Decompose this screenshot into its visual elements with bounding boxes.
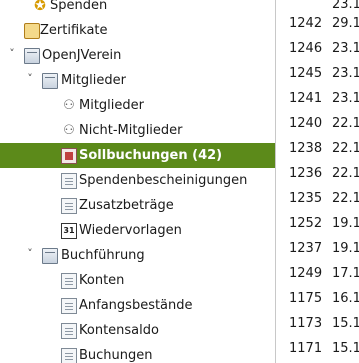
tree-item-buchfuehrung[interactable]: ˅ Buchführung (0, 243, 275, 268)
tree-item-label: Zertifikate (40, 23, 108, 38)
document-icon (61, 198, 77, 214)
table-row[interactable]: 1246 23.1 (276, 37, 359, 62)
folder-icon (42, 73, 58, 89)
table-row[interactable]: 1240 22.1 (276, 112, 359, 137)
tree-item-spenden[interactable]: ✪ Spenden (0, 0, 275, 18)
table-row[interactable]: 1242 29.1 (276, 12, 359, 37)
tree-item-label: Konten (79, 273, 125, 288)
document-icon (61, 323, 77, 339)
table-cell-date: 23.1 (332, 66, 359, 81)
tree-item-konten[interactable]: Konten (0, 268, 275, 293)
table-cell-id: 1171 (289, 341, 323, 356)
folder-icon (24, 48, 40, 64)
table-cell-date: 19.1 (332, 241, 359, 256)
tree-item-label: Anfangsbestände (79, 298, 193, 313)
tree-item-zertifikate[interactable]: Zertifikate (0, 18, 275, 43)
tree-item-openjverein[interactable]: ˅ OpenJVerein (0, 43, 275, 68)
bookings-icon (61, 348, 77, 363)
table-row[interactable]: 1249 17.1 (276, 262, 359, 287)
table-cell-date: 17.1 (332, 266, 359, 281)
table-row[interactable]: 1236 22.1 (276, 162, 359, 187)
tree-item-spendenbescheinigungen[interactable]: Spendenbescheinigungen (0, 168, 275, 193)
table-cell-id: 1235 (289, 191, 323, 206)
table-cell-date: 19.1 (332, 216, 359, 231)
tree-item-zusatzbetraege[interactable]: Zusatzbeträge (0, 193, 275, 218)
tree-item-label: Zusatzbeträge (79, 198, 174, 213)
tree-item-anfangsbestaende[interactable]: Anfangsbestände (0, 293, 275, 318)
tree-item-label: Spenden (50, 0, 108, 13)
table-cell-date: 22.1 (332, 166, 359, 181)
table-cell-id: 1175 (289, 291, 323, 306)
sollbuchungen-table: 23.1 1242 29.1 1246 23.1 1245 23.1 1241 … (276, 0, 359, 363)
table-cell-id: 1173 (289, 316, 323, 331)
table-row[interactable]: 1173 15.1 (276, 312, 359, 337)
tree-item-label: Buchführung (61, 248, 145, 263)
chevron-down-icon[interactable]: ˅ (6, 47, 18, 61)
certificate-icon (24, 23, 40, 39)
chevron-down-icon[interactable]: ˅ (24, 247, 36, 261)
table-cell-date: 29.1 (332, 16, 359, 31)
table-cell-id: 1237 (289, 241, 323, 256)
table-cell-date: 23.1 (332, 0, 359, 12)
tree-item-label: Buchungen (79, 348, 153, 363)
table-cell-date: 22.1 (332, 116, 359, 131)
table-cell-id: 1252 (289, 216, 323, 231)
table-cell-date: 15.1 (332, 341, 359, 356)
tree-item-label: Mitglieder (79, 98, 144, 113)
table-cell-id: 1245 (289, 66, 323, 81)
tree-item-label: Spendenbescheinigungen (79, 173, 248, 188)
table-cell-id: 1241 (289, 91, 323, 106)
table-cell-id: 1240 (289, 116, 323, 131)
tree-item-label: Kontensaldo (79, 323, 159, 338)
tree-item-buchungen[interactable]: Buchungen (0, 343, 275, 363)
tree-item-label: Nicht-Mitglieder (79, 123, 183, 138)
document-icon (61, 298, 77, 314)
table-row[interactable]: 1238 22.1 (276, 137, 359, 162)
table-cell-id: 1236 (289, 166, 323, 181)
table-row[interactable]: 1171 15.1 (276, 337, 359, 362)
tree-item-mitglieder-group[interactable]: ˅ Mitglieder (0, 68, 275, 93)
table-cell-id: 1238 (289, 141, 323, 156)
table-cell-date: 15.1 (332, 316, 359, 331)
table-cell-date: 23.1 (332, 91, 359, 106)
table-row[interactable]: 1245 23.1 (276, 62, 359, 87)
tree-item-sollbuchungen[interactable]: Sollbuchungen (42) (0, 143, 275, 168)
debit-booking-icon (61, 148, 77, 164)
members-icon: ⚇ (63, 123, 75, 138)
table-row[interactable]: 1252 19.1 (276, 212, 359, 237)
tree-item-mitglieder[interactable]: ⚇ Mitglieder (0, 93, 275, 118)
table-row[interactable]: 1241 23.1 (276, 87, 359, 112)
navigation-tree: ✪ Spenden Zertifikate ˅ OpenJVerein ˅ Mi… (0, 0, 275, 363)
table-cell-id: 1242 (289, 16, 323, 31)
table-cell-date: 23.1 (332, 41, 359, 56)
folder-icon (42, 248, 58, 264)
calendar-icon: 31 (61, 223, 77, 239)
table-row[interactable]: 1175 16.1 (276, 287, 359, 312)
tree-item-label: Mitglieder (61, 73, 126, 88)
table-cell-date: 22.1 (332, 141, 359, 156)
chevron-down-icon[interactable]: ˅ (24, 72, 36, 86)
table-cell-date: 22.1 (332, 191, 359, 206)
table-cell-id: 1249 (289, 266, 323, 281)
tree-item-label: Sollbuchungen (42) (79, 148, 223, 163)
star-icon: ✪ (34, 0, 46, 14)
table-cell-date: 16.1 (332, 291, 359, 306)
tree-item-nicht-mitglieder[interactable]: ⚇ Nicht-Mitglieder (0, 118, 275, 143)
table-cell-id: 1246 (289, 41, 323, 56)
document-icon (61, 273, 77, 289)
members-icon: ⚇ (63, 98, 75, 113)
document-icon (61, 173, 77, 189)
tree-item-label: Wiedervorlagen (79, 223, 182, 238)
table-row[interactable]: 1237 19.1 (276, 237, 359, 262)
table-row[interactable]: 1235 22.1 (276, 187, 359, 212)
tree-item-label: OpenJVerein (42, 48, 122, 63)
tree-item-wiedervorlagen[interactable]: 31 Wiedervorlagen (0, 218, 275, 243)
tree-item-kontensaldo[interactable]: Kontensaldo (0, 318, 275, 343)
